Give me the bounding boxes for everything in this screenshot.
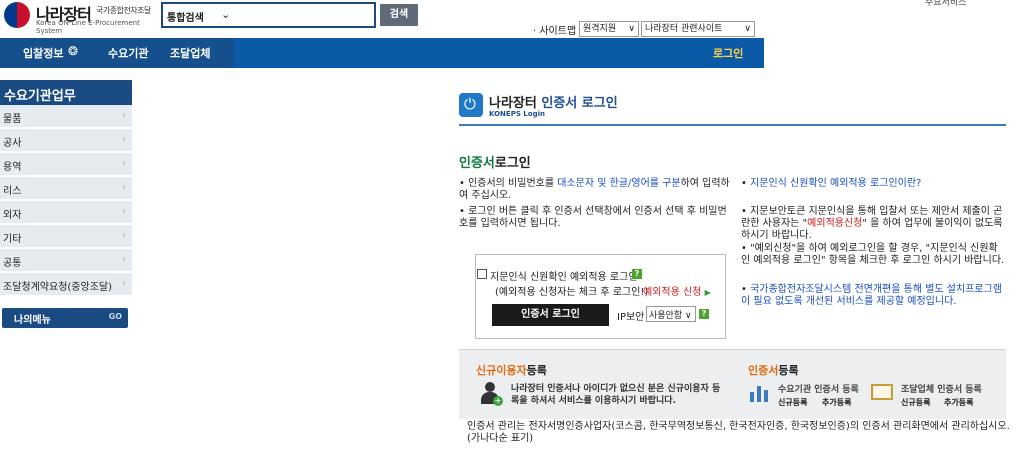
section-title-highlight: 인증서 <box>459 156 495 171</box>
page-subtitle: KONEPS Login <box>489 110 545 118</box>
sidebar-item-label: 공통 <box>3 258 22 269</box>
fp-exception-info-link[interactable]: • 지문인식 신원확인 예외적용 로그인이란? <box>741 178 1006 190</box>
sidebar-item-label: 용역 <box>3 162 22 173</box>
sidebar-item-common[interactable]: 공통 › <box>0 249 132 272</box>
building-icon <box>750 384 768 402</box>
sitemap-link[interactable]: · 사이트맵 <box>533 22 576 37</box>
sidebar-item-label: 기타 <box>3 234 22 245</box>
page-title-prefix: 나라장터 <box>489 96 537 111</box>
logo-english: Korea ON-Line E-Procurement System <box>36 19 140 35</box>
help-icon[interactable]: ? <box>632 269 642 279</box>
exception-apply-label: 예외적용 신청 <box>643 287 702 298</box>
search-input[interactable]: 통합검색 ⌄ <box>161 2 376 28</box>
chevron-right-icon: › <box>122 134 126 145</box>
remote-support-select[interactable]: 원격지원 ∨ <box>579 21 639 37</box>
fp-exception-label[interactable]: 지문인식 신원확인 예외적용 로그인 <box>490 268 638 283</box>
ip-security-select[interactable]: 사용안함 ∨ <box>646 306 696 322</box>
fp-exception-checkbox[interactable] <box>477 269 487 279</box>
sidebar-item-label: 공사 <box>3 138 22 149</box>
new-user-register-title: 신규이용자등록 <box>476 364 547 377</box>
section-title: 인증서로그인 <box>459 152 531 171</box>
page-title-highlight: 인증서 로그인 <box>541 96 618 111</box>
agency-add-register-link[interactable]: 추가등록 <box>822 397 851 408</box>
triangle-right-icon: ▶ <box>704 288 711 297</box>
chevron-right-icon: › <box>122 110 126 121</box>
sidebar-item-lease[interactable]: 리스 › <box>0 177 132 200</box>
top-note[interactable]: 주요서비스 <box>925 0 966 8</box>
page-title: 나라장터 인증서 로그인 <box>489 92 618 111</box>
guide-bullet-login: • 로그인 버튼 클릭 후 인증서 선택창에서 인증서 선택 후 비밀번호를 입… <box>459 206 727 229</box>
remote-support-value: 원격지원 <box>583 24 617 34</box>
sidebar-item-construction[interactable]: 공사 › <box>0 129 132 152</box>
chevron-down-icon: ∨ <box>744 24 751 34</box>
fp-exception-note: (예외적용 신청자는 체크 후 로그인!) <box>495 287 649 298</box>
nav-bid-info[interactable]: 입찰정보 <box>23 45 63 61</box>
chevron-right-icon: › <box>122 254 126 265</box>
new-user-register-desc[interactable]: 나라장터 인증서나 아이디가 없으신 분은 신규이용자 등록을 하셔서 서비스를… <box>511 383 721 407</box>
nav-vendor[interactable]: 조달업체 <box>170 45 210 61</box>
ip-security-label: IP보안 <box>617 312 645 323</box>
chevron-down-icon: ∨ <box>685 311 692 321</box>
nav-login[interactable]: 로그인 <box>713 45 743 61</box>
logo-subtitle: 국가종합전자조달 <box>96 6 151 15</box>
fp-exception-desc: • 지문보안토큰 지문인식을 통해 입찰서 또는 제안서 제출이 곤란한 사용자… <box>741 206 1003 241</box>
cert-register-title: 인증서등록 <box>748 364 799 377</box>
exception-apply-button[interactable]: 예외적용 신청 ▶ <box>643 283 711 298</box>
sidebar-item-other[interactable]: 기타 › <box>0 225 132 248</box>
agency-new-register-link[interactable]: 신규등록 <box>778 397 807 408</box>
exception-apply-link[interactable]: 예외적용신청 <box>807 218 862 229</box>
section-title-rest: 로그인 <box>494 156 531 171</box>
ip-security-value: 사용안함 <box>649 311 683 321</box>
sidebar-item-foreign[interactable]: 외자 › <box>0 201 132 224</box>
power-icon <box>459 93 483 117</box>
system-notice: • 국가종합전자조달시스템 전면개편을 통해 별도 설치프로그램이 필요 없도록… <box>741 284 1002 307</box>
chevron-down-icon: ∨ <box>628 24 635 34</box>
guide-bullet-password: • 인증서의 비밀번호를 대소문자 및 한글/영어를 구분하여 입력하여 주십시… <box>459 178 730 201</box>
sidebar-title: 수요기관업무 <box>0 80 132 105</box>
chevron-right-icon: › <box>122 182 126 193</box>
my-menu-go: GO <box>108 312 122 321</box>
title-divider <box>459 124 1006 126</box>
logo[interactable]: 나라장터 국가종합전자조달 Korea ON-Line E-Procuremen… <box>2 0 157 35</box>
taegeuk-logo-icon <box>4 2 30 28</box>
add-user-icon[interactable]: + <box>478 382 503 406</box>
sidebar-item-label: 조달청계약요청(중앙조달) <box>3 282 113 293</box>
sidebar-item-contract-request[interactable]: 조달청계약요청(중앙조달) › <box>0 273 132 296</box>
nav-agency[interactable]: 수요기관 <box>108 45 148 61</box>
certificate-icon <box>871 384 893 400</box>
sidebar-item-service[interactable]: 용역 › <box>0 153 132 176</box>
vendor-add-register-link[interactable]: 추가등록 <box>944 397 973 408</box>
fp-exception-login-desc: • "예외신청"을 하여 예외로그인을 할 경우, "지문인식 신원확인 예외적… <box>741 243 1005 266</box>
vendor-cert-register-label: 조달업체 인증서 등록 <box>901 385 982 395</box>
sidebar-item-label: 외자 <box>3 210 22 221</box>
my-menu-label: 나의메뉴 <box>14 315 51 326</box>
chevron-right-icon: › <box>122 158 126 169</box>
chevron-right-icon: › <box>122 278 126 289</box>
sidebar-item-label: 리스 <box>3 186 22 197</box>
chevron-right-icon: › <box>122 206 126 217</box>
vendor-new-register-link[interactable]: 신규등록 <box>901 397 930 408</box>
chevron-down-icon: ⌄ <box>221 8 231 21</box>
my-menu-button[interactable]: 나의메뉴 GO <box>2 308 128 328</box>
cert-management-note: 인증서 관리는 전자서명인증사업자(코스콤, 한국무역정보통신, 한국전자인증,… <box>467 421 1010 444</box>
search-button[interactable]: 검색 <box>380 4 418 26</box>
sidebar-item-label: 물품 <box>3 114 22 125</box>
help-icon[interactable]: ? <box>699 309 709 319</box>
related-sites-select[interactable]: 나라장터 관련사이트 ∨ <box>641 21 755 37</box>
sidebar-item-goods[interactable]: 물품 › <box>0 105 132 128</box>
cert-login-button[interactable]: 인증서 로그인 <box>492 304 609 326</box>
related-sites-value: 나라장터 관련사이트 <box>645 24 723 34</box>
chevron-right-icon: › <box>122 230 126 241</box>
search-scope-select[interactable]: 통합검색 <box>167 9 204 24</box>
agency-cert-register-label: 수요기관 인증서 등록 <box>778 385 859 395</box>
swirl-icon: ❂ <box>68 44 79 58</box>
